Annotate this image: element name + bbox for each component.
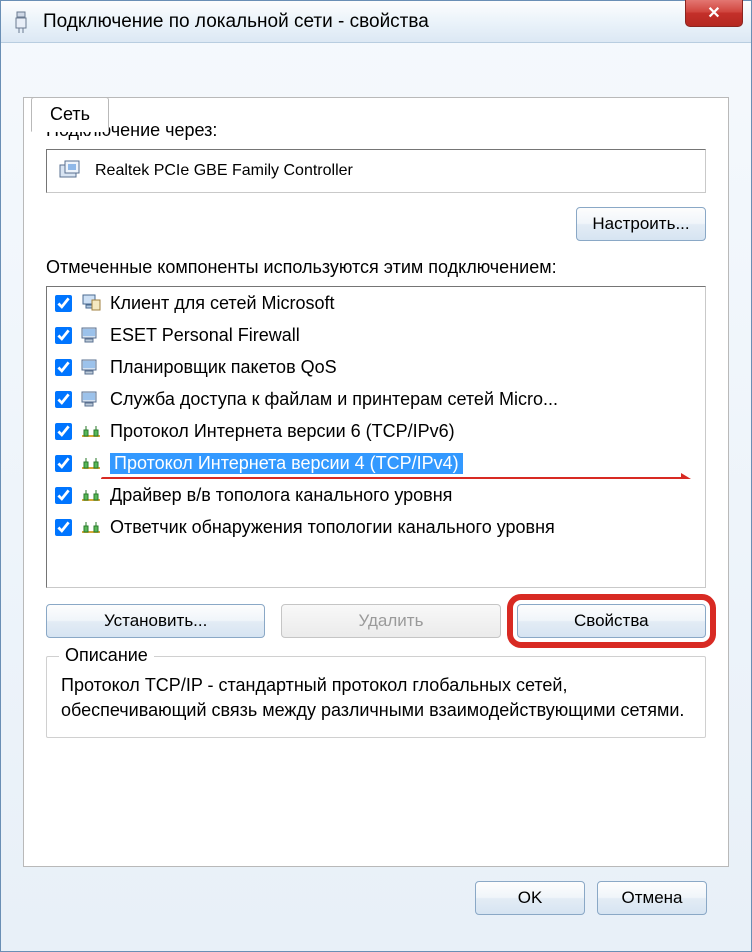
close-button[interactable]: ✕ [685, 0, 743, 27]
tab-network[interactable]: Сеть [31, 97, 109, 132]
service-icon [80, 356, 102, 378]
tab-container: Сеть Подключение через: Realtek PCIe GBE… [23, 97, 729, 867]
client-icon [80, 292, 102, 314]
tab-panel: Подключение через: Realtek PCIe GBE Fami… [23, 97, 729, 867]
component-button-row: Установить... Удалить Свойства [46, 604, 706, 638]
cancel-button[interactable]: Отмена [597, 881, 707, 915]
description-title: Описание [59, 645, 154, 666]
description-text: Протокол TCP/IP - стандартный протокол г… [61, 673, 691, 723]
component-label: Драйвер в/в тополога канального уровня [110, 485, 452, 506]
properties-dialog: Подключение по локальной сети - свойства… [0, 0, 752, 952]
highlight-underline [101, 477, 685, 479]
list-item[interactable]: Ответчик обнаружения топологии канальног… [47, 511, 705, 543]
component-checkbox[interactable] [55, 359, 72, 376]
titlebar: Подключение по локальной сети - свойства… [1, 1, 751, 43]
list-item[interactable]: ESET Personal Firewall [47, 319, 705, 351]
protocol-icon [80, 452, 102, 474]
component-label: Протокол Интернета версии 4 (TCP/IPv4) [110, 453, 463, 474]
component-checkbox[interactable] [55, 423, 72, 440]
component-label: ESET Personal Firewall [110, 325, 300, 346]
tab-label: Сеть [50, 104, 90, 124]
list-item[interactable]: Служба доступа к файлам и принтерам сете… [47, 383, 705, 415]
adapter-name: Realtek PCIe GBE Family Controller [95, 162, 353, 180]
protocol-icon [80, 420, 102, 442]
component-checkbox[interactable] [55, 487, 72, 504]
uninstall-button[interactable]: Удалить [281, 604, 500, 638]
ok-button[interactable]: OK [475, 881, 585, 915]
list-item[interactable]: Планировщик пакетов QoS [47, 351, 705, 383]
description-group: Описание Протокол TCP/IP - стандартный п… [46, 656, 706, 738]
list-item[interactable]: Драйвер в/в тополога канального уровня [47, 479, 705, 511]
component-checkbox[interactable] [55, 295, 72, 312]
protocol-icon [80, 516, 102, 538]
configure-row: Настроить... [46, 207, 706, 241]
properties-button[interactable]: Свойства [517, 604, 706, 638]
dialog-buttons: OK Отмена [23, 867, 729, 915]
configure-button[interactable]: Настроить... [576, 207, 706, 241]
component-checkbox[interactable] [55, 391, 72, 408]
list-item[interactable]: Протокол Интернета версии 6 (TCP/IPv6) [47, 415, 705, 447]
close-icon: ✕ [707, 3, 720, 23]
component-checkbox[interactable] [55, 327, 72, 344]
components-list[interactable]: Клиент для сетей Microsoft ESET Personal … [46, 286, 706, 588]
window-title: Подключение по локальной сети - свойства [43, 11, 429, 33]
component-label: Планировщик пакетов QoS [110, 357, 337, 378]
list-item[interactable]: Клиент для сетей Microsoft [47, 287, 705, 319]
component-checkbox[interactable] [55, 519, 72, 536]
component-label: Клиент для сетей Microsoft [110, 293, 335, 314]
list-item[interactable]: Протокол Интернета версии 4 (TCP/IPv4) [47, 447, 705, 479]
install-button[interactable]: Установить... [46, 604, 265, 638]
component-label: Служба доступа к файлам и принтерам сете… [110, 389, 558, 410]
component-checkbox[interactable] [55, 455, 72, 472]
components-label: Отмеченные компоненты используются этим … [46, 257, 706, 278]
connection-icon [11, 10, 31, 34]
component-label: Ответчик обнаружения топологии канальног… [110, 517, 555, 538]
protocol-icon [80, 484, 102, 506]
nic-icon [59, 160, 83, 182]
component-label: Протокол Интернета версии 6 (TCP/IPv6) [110, 421, 455, 442]
content-area: Сеть Подключение через: Realtek PCIe GBE… [1, 43, 751, 929]
adapter-box[interactable]: Realtek PCIe GBE Family Controller [46, 149, 706, 193]
service-icon [80, 324, 102, 346]
service-icon [80, 388, 102, 410]
connect-using-label: Подключение через: [46, 120, 706, 141]
